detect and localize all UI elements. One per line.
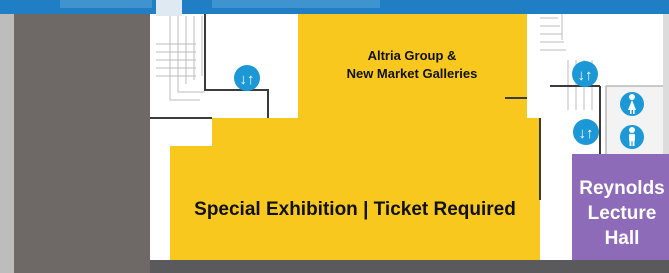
right-edge-strip (663, 14, 669, 158)
floor-map: ↓↑ ↓↑ ↓↑ Altria Group & New Market Galle… (0, 0, 669, 273)
floor-plan-svg: ↓↑ ↓↑ ↓↑ Altria Group & New Market Galle… (0, 0, 669, 273)
elevator-icon: ↓↑ (572, 61, 598, 87)
bottom-wall (150, 260, 669, 273)
reynolds-label-line1: Reynolds (579, 178, 665, 199)
svg-text:↓↑: ↓↑ (578, 67, 593, 84)
special-exhibition-label: Special Exhibition | Ticket Required (194, 199, 516, 220)
top-band-segment (212, 0, 380, 8)
left-wall-block (14, 14, 150, 273)
svg-text:↓↑: ↓↑ (579, 125, 594, 142)
svg-text:↓↑: ↓↑ (240, 71, 255, 88)
left-edge-strip (0, 14, 14, 273)
altria-label-line1: Altria Group & (368, 48, 457, 63)
womens-restroom-icon (620, 92, 644, 116)
altria-label-line2: New Market Galleries (347, 66, 478, 81)
reynolds-label-line2: Lecture (588, 203, 657, 224)
elevator-icon: ↓↑ (573, 119, 599, 145)
top-doorway (156, 0, 182, 16)
top-band-segment (60, 0, 152, 8)
elevator-icon: ↓↑ (234, 65, 260, 91)
mens-restroom-icon (620, 125, 644, 149)
reynolds-label-line3: Hall (605, 228, 640, 249)
